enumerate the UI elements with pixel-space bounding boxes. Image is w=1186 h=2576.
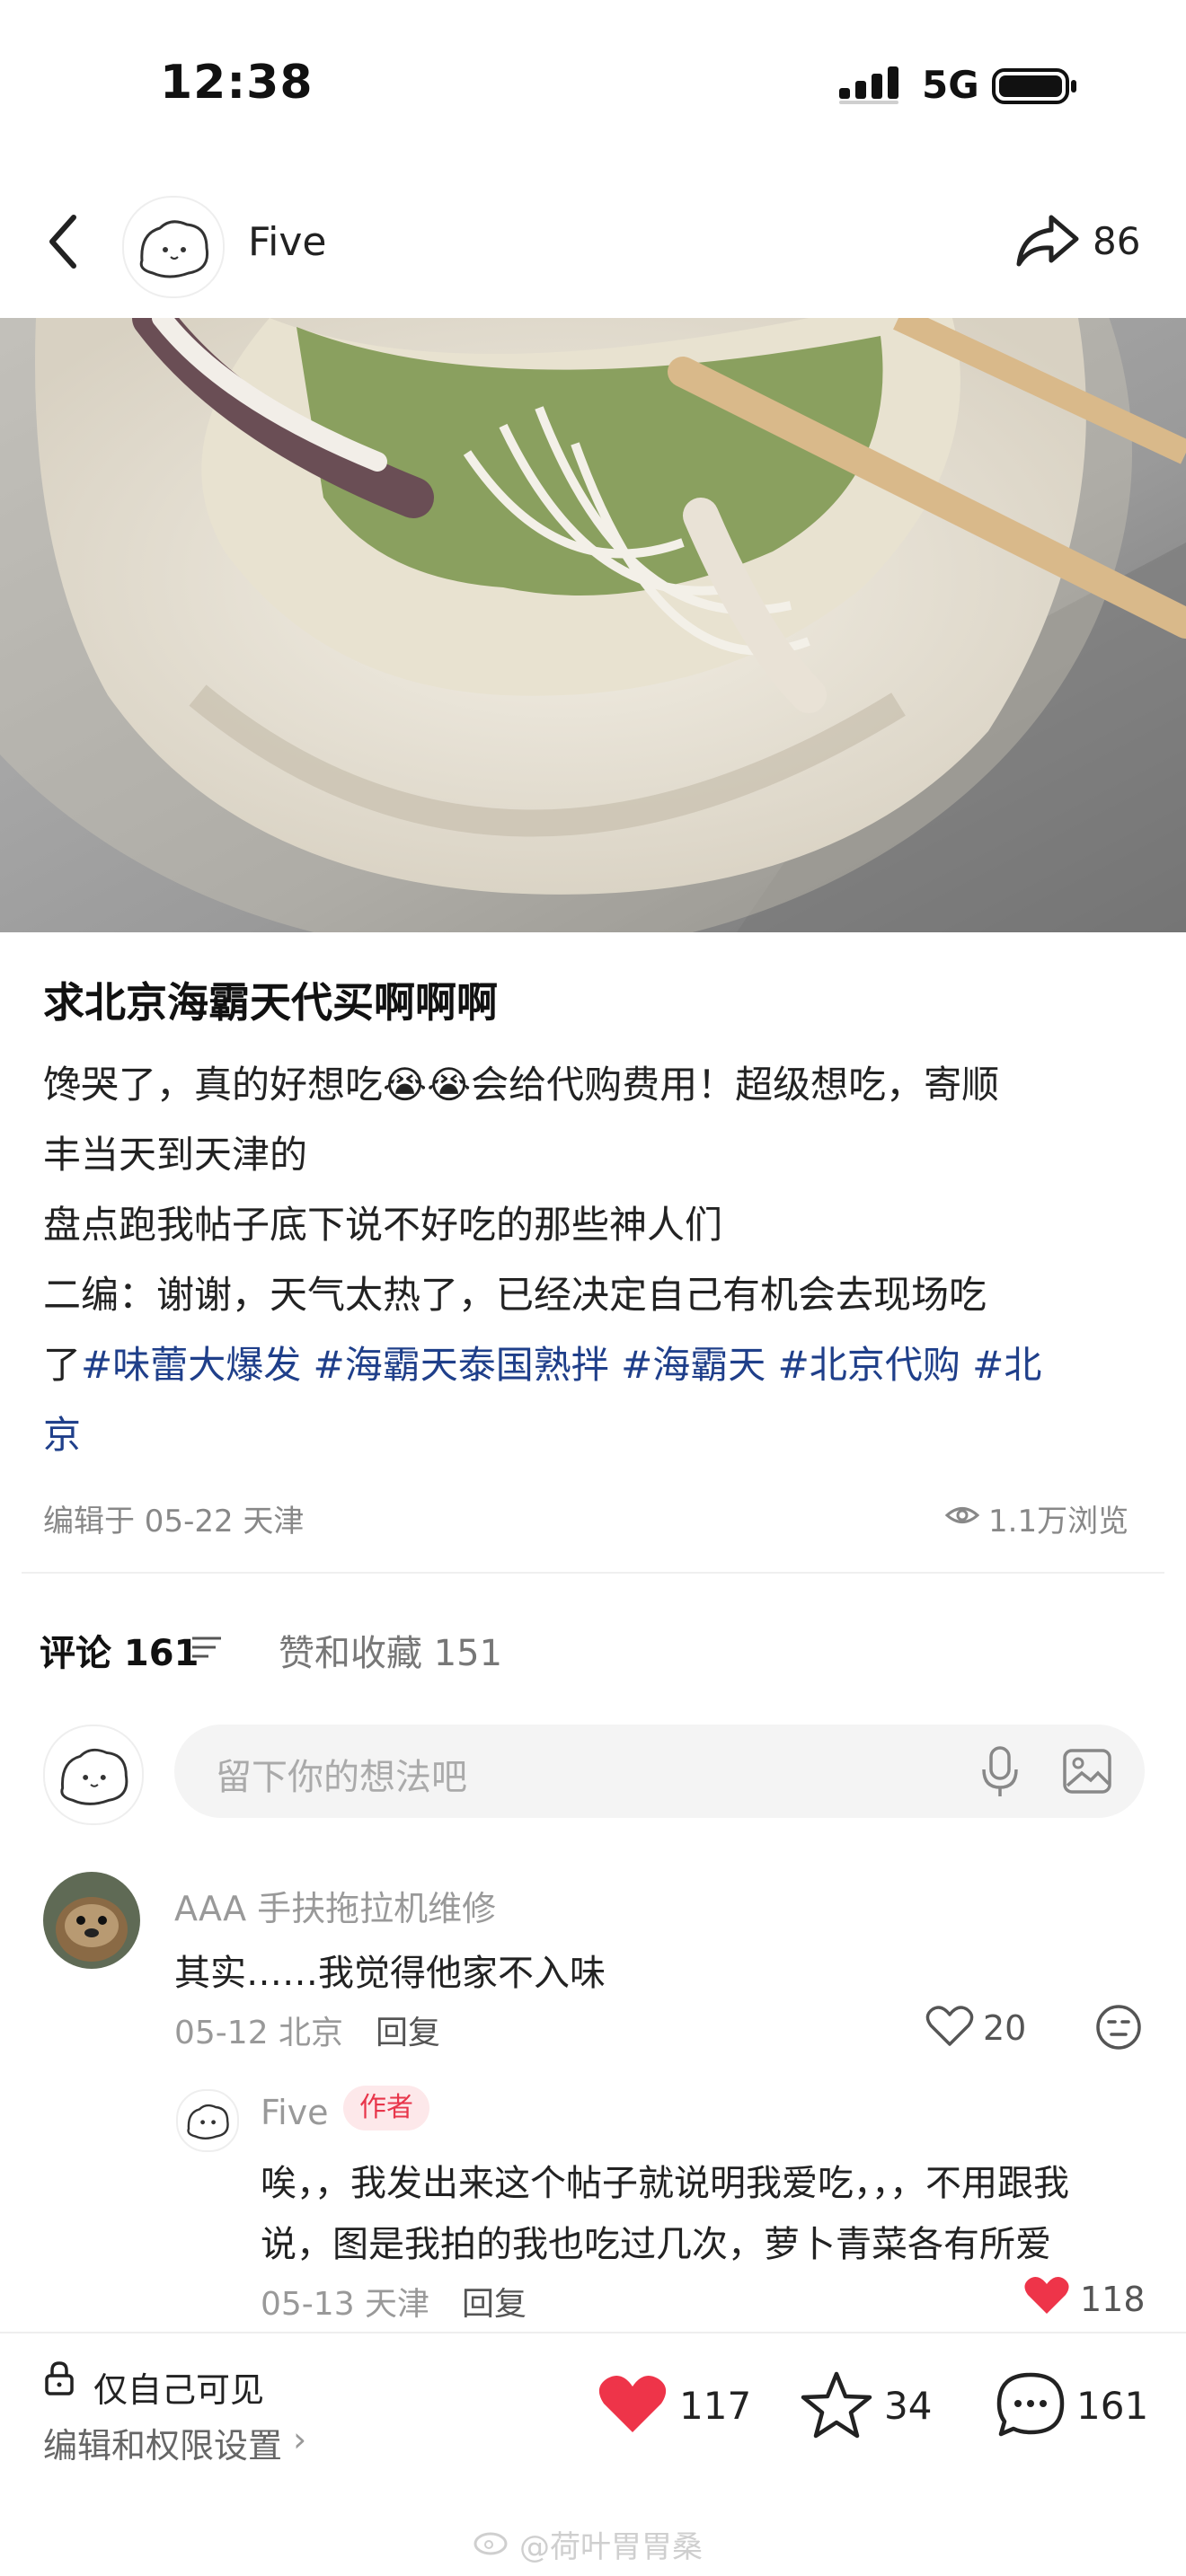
visibility-status: 仅自己可见: [93, 2370, 265, 2410]
post-body-line: 馋哭了，真的好想吃😭😭会给代购费用！超级想吃，寄顺: [43, 1063, 1000, 1107]
comment-bubble-icon[interactable]: [994, 2369, 1067, 2439]
commenter-avatar[interactable]: [43, 1872, 140, 1969]
comment-count: 161: [1076, 2384, 1149, 2428]
divider: [0, 2332, 1186, 2333]
reply-text-line: 说，图是我拍的我也吃过几次，萝卜青菜各有所爱: [261, 2224, 1051, 2265]
hashtag-link[interactable]: 京: [43, 1405, 81, 1460]
eye-icon: [945, 1507, 979, 1523]
post-photo[interactable]: [0, 318, 1186, 932]
signal-icon: [839, 66, 898, 104]
my-avatar: [43, 1725, 144, 1825]
lock-icon: [45, 2361, 74, 2395]
divider: [22, 1572, 1164, 1574]
reply-button[interactable]: 回复: [376, 2007, 440, 2053]
like-count: 117: [679, 2384, 752, 2428]
like-heart-icon[interactable]: [597, 2371, 668, 2436]
post-body-line: 丰当天到天津的: [43, 1133, 308, 1177]
watermark: @荷叶胃胃桑: [519, 2529, 703, 2565]
view-count: 1.1万浏览: [988, 1504, 1129, 1539]
favorite-count: 34: [884, 2384, 933, 2428]
battery-icon: [992, 68, 1076, 104]
comment-like-count: 20: [983, 2008, 1027, 2048]
comment-input-placeholder[interactable]: 留下你的想法吧: [216, 1748, 467, 1800]
author-badge: 作者: [343, 2086, 429, 2130]
hashtag-links[interactable]: #味蕾大爆发 #海霸天泰国熟拌 #海霸天 #北京代购 #北: [81, 1343, 1041, 1387]
post-body-line: 了#味蕾大爆发 #海霸天泰国熟拌 #海霸天 #北京代购 #北: [43, 1335, 1041, 1389]
author-avatar[interactable]: [122, 196, 225, 298]
star-icon[interactable]: [800, 2369, 873, 2439]
share-count: 86: [1093, 219, 1141, 263]
weibo-logo-icon: [474, 2532, 508, 2555]
post-edit-date: 编辑于 05-22 天津: [43, 1504, 305, 1539]
tab-likes-favorites[interactable]: 赞和收藏 151: [279, 1624, 502, 1676]
reply-meta: 05-13 天津: [261, 2286, 430, 2323]
post-body-line: 盘点跑我帖子底下说不好吃的那些神人们: [43, 1203, 723, 1247]
edit-permission-settings[interactable]: 编辑和权限设置: [43, 2418, 282, 2467]
reply-button[interactable]: 回复: [462, 2278, 527, 2325]
post-title: 求北京海霸天代买啊啊啊: [43, 978, 498, 1027]
reply-like-count: 118: [1080, 2280, 1146, 2319]
replier-avatar[interactable]: [176, 2089, 239, 2152]
post-body-line: 二编：谢谢，天气太热了，已经决定自己有机会去现场吃: [43, 1273, 987, 1317]
microphone-icon[interactable]: [976, 1744, 1024, 1798]
sort-icon[interactable]: [189, 1631, 225, 1663]
heart-icon[interactable]: [925, 2005, 974, 2048]
back-icon[interactable]: [43, 210, 88, 273]
replier-name[interactable]: Five: [261, 2093, 329, 2132]
status-time: 12:38: [160, 56, 314, 110]
author-name[interactable]: Five: [248, 219, 326, 265]
image-icon[interactable]: [1062, 1748, 1112, 1795]
network-type: 5G: [922, 63, 979, 107]
commenter-name[interactable]: AAA 手扶拖拉机维修: [174, 1881, 496, 1930]
reply-text-line: 唉，，我发出来这个帖子就说明我爱吃，，，不用跟我: [261, 2163, 1069, 2204]
emoji-icon[interactable]: [1094, 2003, 1143, 2051]
comment-meta: 05-12 北京: [174, 2015, 344, 2051]
post-body-text: 了: [43, 1343, 82, 1387]
heart-filled-icon[interactable]: [1022, 2274, 1071, 2317]
share-icon[interactable]: [1015, 212, 1080, 269]
tab-comments[interactable]: 评论 161: [40, 1624, 199, 1676]
comment-text: 其实……我觉得他家不入味: [174, 1953, 606, 1994]
chevron-right-icon[interactable]: ›: [293, 2420, 306, 2459]
